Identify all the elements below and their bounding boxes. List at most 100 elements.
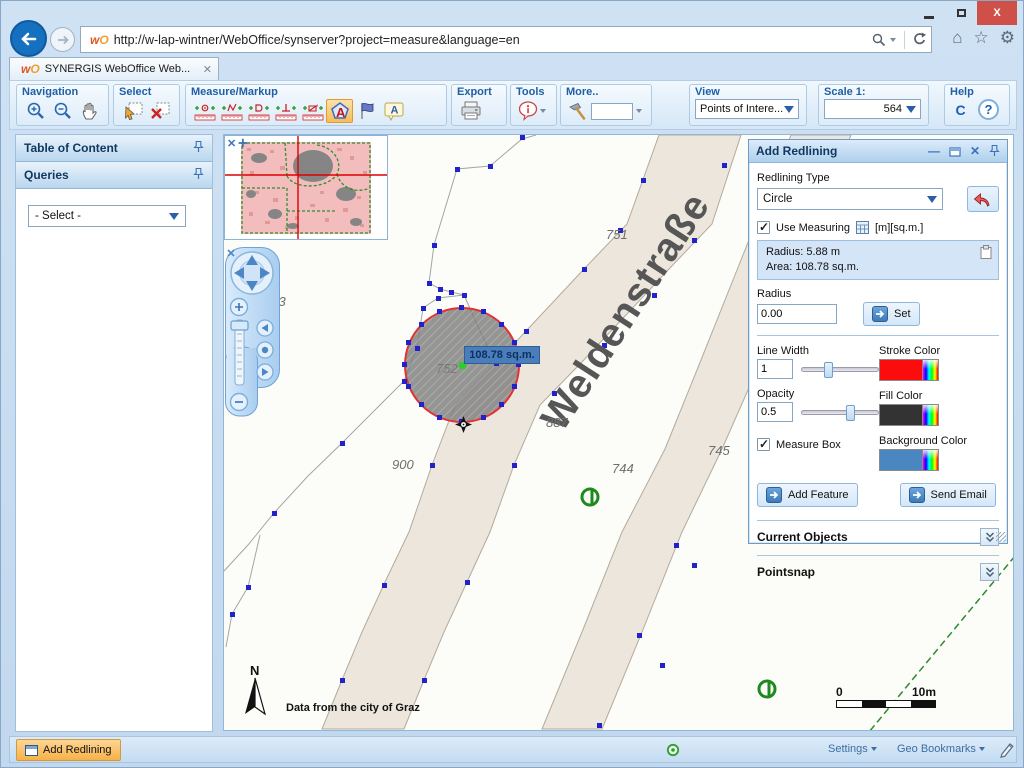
tab-title: SYNERGIS WebOffice Web... — [45, 63, 199, 75]
forward-button[interactable] — [50, 27, 75, 52]
browser-tab[interactable]: wO SYNERGIS WebOffice Web... ✕ — [9, 57, 219, 80]
opacity-slider[interactable] — [801, 410, 879, 415]
parcel-label: 745 — [708, 443, 730, 458]
sidebar-item-table-of-content[interactable]: Table of Content — [16, 135, 212, 162]
favorites-star-icon[interactable]: ☆ — [974, 28, 989, 48]
flag-marker-icon[interactable] — [353, 99, 380, 123]
minimize-button[interactable] — [913, 1, 945, 25]
stroke-color-swatch[interactable] — [879, 359, 923, 381]
pin-icon[interactable] — [193, 141, 204, 156]
svg-text:A: A — [336, 105, 346, 120]
back-button[interactable] — [10, 20, 47, 57]
view-select[interactable]: Points of Intere... — [695, 99, 799, 119]
use-measuring-label: Use Measuring — [776, 222, 850, 234]
help-button[interactable]: ? — [978, 99, 999, 120]
redlining-type-arrow-icon — [927, 196, 937, 203]
fill-color-picker-icon[interactable] — [923, 404, 939, 426]
measure-dimension-icon[interactable] — [299, 99, 326, 123]
scale-combo[interactable]: 564 — [824, 99, 921, 119]
measure-box-checkbox[interactable] — [757, 438, 770, 451]
scale-end-label: 10m — [912, 685, 936, 699]
zoom-control[interactable] — [225, 247, 281, 417]
add-feature-button[interactable]: Add Feature — [757, 483, 858, 507]
undo-arrow-icon — [973, 191, 993, 207]
panel-restore-icon[interactable] — [949, 146, 961, 157]
measure-line-icon[interactable] — [218, 99, 245, 123]
task-add-redlining[interactable]: Add Redlining — [16, 739, 121, 761]
more-dropdown-icon[interactable] — [636, 109, 642, 113]
set-button[interactable]: Set — [863, 302, 920, 326]
send-email-button[interactable]: Send Email — [900, 483, 996, 507]
parcel-label: 744 — [612, 461, 634, 476]
text-label-icon[interactable]: A — [380, 99, 407, 123]
url-text[interactable]: http://w-lap-wintner/WebOffice/synserver… — [114, 33, 871, 47]
measure-area-icon[interactable] — [245, 99, 272, 123]
group-scale: Scale 1: 564 — [818, 84, 929, 126]
query-select-arrow-icon — [169, 213, 179, 220]
opacity-input[interactable] — [757, 402, 793, 422]
search-icon[interactable] — [871, 32, 887, 48]
background-color-label: Background Color — [879, 435, 999, 447]
tools-dropdown-icon[interactable] — [540, 109, 546, 113]
print-icon[interactable] — [457, 99, 484, 123]
maximize-button[interactable] — [945, 1, 977, 25]
group-measure-markup: Measure/Markup A A — [185, 84, 447, 126]
more-tools-input[interactable] — [591, 103, 633, 120]
overview-close-icon[interactable]: ✕ — [227, 138, 238, 150]
geo-bookmarks-caret-icon — [979, 747, 985, 751]
copyright-button[interactable]: C — [950, 99, 971, 120]
svg-text:A: A — [390, 105, 398, 117]
panel-header[interactable]: Add Redlining — ✕ — [749, 140, 1007, 163]
query-select[interactable]: - Select - — [28, 205, 186, 227]
use-measuring-checkbox[interactable] — [757, 221, 770, 234]
stroke-color-picker-icon[interactable] — [923, 359, 939, 381]
tab-close-icon[interactable]: ✕ — [203, 63, 212, 76]
radius-input[interactable] — [757, 304, 837, 324]
geo-bookmarks-menu[interactable]: Geo Bookmarks — [897, 743, 985, 755]
sidebar-item-queries[interactable]: Queries — [16, 162, 212, 189]
add-redlining-icon[interactable]: A — [326, 99, 353, 123]
pin-icon[interactable] — [193, 168, 204, 183]
line-width-slider[interactable] — [801, 367, 879, 372]
panel-close-icon[interactable]: ✕ — [970, 144, 980, 158]
left-sidebar: Table of Content Queries - Select - — [15, 134, 213, 732]
zoom-out-icon[interactable] — [49, 99, 76, 123]
measure-perpendicular-icon[interactable] — [272, 99, 299, 123]
info-tool-icon[interactable] — [516, 99, 540, 123]
undo-button[interactable] — [967, 186, 999, 212]
current-objects-section[interactable]: Current Objects — [757, 528, 999, 546]
line-width-input[interactable] — [757, 359, 793, 379]
group-tools: Tools — [510, 84, 557, 126]
tab-favicon: wO — [21, 62, 40, 76]
copy-clipboard-icon[interactable] — [980, 245, 992, 259]
pointsnap-expand-button[interactable] — [980, 563, 999, 581]
hammer-tool-icon[interactable] — [566, 99, 588, 123]
select-features-icon[interactable] — [119, 99, 146, 123]
background-color-swatch[interactable] — [879, 449, 923, 471]
settings-menu[interactable]: Settings — [828, 743, 877, 755]
clear-selection-icon[interactable] — [146, 99, 173, 123]
home-icon[interactable]: ⌂ — [952, 28, 962, 48]
calculator-icon[interactable] — [856, 221, 869, 234]
site-favicon: wO — [90, 33, 109, 47]
group-navigation: Navigation — [16, 84, 109, 126]
zoom-in-icon[interactable] — [22, 99, 49, 123]
sketch-pencil-icon[interactable] — [998, 741, 1015, 759]
redlining-type-select[interactable]: Circle — [757, 188, 943, 210]
search-dropdown-icon[interactable] — [890, 38, 896, 42]
view-select-value: Points of Intere... — [700, 103, 783, 115]
panel-pin-icon[interactable] — [989, 145, 1000, 157]
panel-resize-handle[interactable] — [996, 532, 1006, 542]
fill-color-swatch[interactable] — [879, 404, 923, 426]
measure-point-icon[interactable] — [191, 99, 218, 123]
panel-minimize-icon[interactable]: — — [928, 144, 940, 158]
pan-hand-icon[interactable] — [76, 99, 103, 123]
overview-move-icon[interactable]: ✛ — [238, 138, 249, 150]
close-button[interactable]: X — [977, 1, 1017, 25]
pointsnap-section[interactable]: Pointsnap — [757, 563, 999, 581]
refresh-icon[interactable] — [912, 32, 927, 47]
background-color-picker-icon[interactable] — [923, 449, 939, 471]
overview-map[interactable]: ✕✛ — [224, 135, 388, 240]
settings-gear-icon[interactable]: ⚙ — [1000, 28, 1015, 48]
address-bar[interactable]: wO http://w-lap-wintner/WebOffice/synser… — [80, 26, 932, 53]
